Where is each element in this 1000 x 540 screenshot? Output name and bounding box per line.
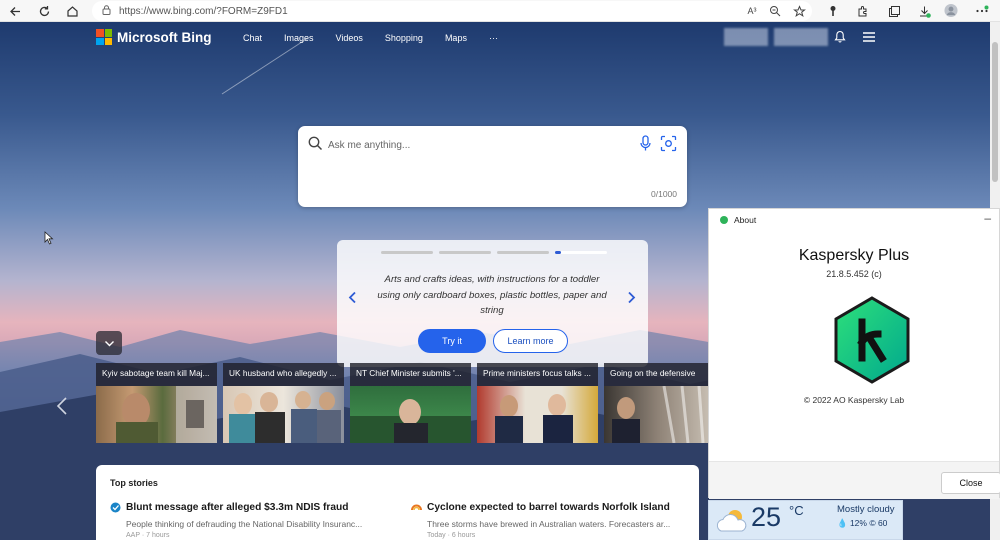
kaspersky-logo-icon bbox=[832, 296, 912, 389]
back-icon[interactable] bbox=[8, 4, 22, 18]
story-source: AAP · 7 hours bbox=[126, 532, 170, 539]
address-url: https://www.bing.com/?FORM=Z9FD1 bbox=[119, 5, 288, 17]
news-card[interactable]: Going on the defensive bbox=[604, 363, 711, 443]
news-caption: Going on the defensive bbox=[604, 363, 711, 386]
try-it-button[interactable]: Try it bbox=[418, 329, 486, 353]
story-summary: Three storms have brewed in Australian w… bbox=[427, 519, 671, 529]
window-titlebar[interactable]: About – bbox=[709, 209, 999, 231]
story-summary: People thinking of defrauding the Nation… bbox=[126, 519, 363, 529]
source-logo-icon bbox=[110, 502, 121, 513]
story-source: Today · 6 hours bbox=[427, 532, 476, 539]
visual-search-icon[interactable] bbox=[660, 135, 677, 157]
redacted-rewards[interactable] bbox=[774, 28, 828, 46]
microphone-icon[interactable] bbox=[639, 135, 652, 157]
carousel-indicators bbox=[381, 251, 607, 254]
collapse-feed-button[interactable] bbox=[96, 331, 122, 355]
carousel-prev-chevron-icon[interactable] bbox=[348, 291, 357, 308]
news-caption: UK husband who allegedly ... bbox=[223, 363, 344, 386]
suggestion-carousel: Arts and crafts ideas, with instructions… bbox=[337, 240, 648, 367]
carousel-next-chevron-icon[interactable] bbox=[627, 291, 636, 308]
news-thumbnail bbox=[350, 386, 471, 443]
top-stories-title: Top stories bbox=[110, 478, 158, 488]
nav-more[interactable]: ··· bbox=[489, 33, 498, 43]
bing-logo[interactable]: Microsoft Bing bbox=[96, 29, 212, 45]
top-nav: Chat Images Videos Shopping Maps ··· bbox=[243, 33, 520, 43]
nav-videos[interactable]: Videos bbox=[336, 33, 363, 43]
downloads-icon[interactable] bbox=[917, 4, 931, 18]
nav-maps[interactable]: Maps bbox=[445, 33, 467, 43]
news-caption: Kyiv sabotage team kill Maj... bbox=[96, 363, 217, 386]
news-card[interactable]: UK husband who allegedly ... bbox=[223, 363, 344, 443]
refresh-icon[interactable] bbox=[37, 4, 51, 18]
news-card[interactable]: Prime ministers focus talks ... bbox=[477, 363, 598, 443]
more-menu-icon[interactable] bbox=[975, 4, 989, 18]
suggestion-text: Arts and crafts ideas, with instructions… bbox=[377, 274, 607, 316]
news-thumbnail bbox=[604, 385, 711, 443]
collections-icon[interactable] bbox=[887, 4, 901, 18]
redacted-account-name[interactable] bbox=[724, 28, 768, 46]
browser-toolbar: https://www.bing.com/?FORM=Z9FD1 A³ bbox=[0, 0, 1000, 22]
story-headline[interactable]: Blunt message after alleged $3.3m NDIS f… bbox=[126, 502, 349, 513]
story-item[interactable]: Cyclone expected to barrel towards Norfo… bbox=[411, 502, 691, 539]
story-headline[interactable]: Cyclone expected to barrel towards Norfo… bbox=[427, 502, 670, 513]
lock-icon[interactable] bbox=[102, 4, 111, 18]
window-title: About bbox=[734, 215, 757, 225]
news-prev-chevron-icon[interactable] bbox=[56, 396, 68, 421]
weather-condition: Mostly cloudy bbox=[837, 504, 895, 515]
mouse-cursor-icon bbox=[44, 231, 54, 245]
header-account-area bbox=[724, 28, 880, 46]
notification-bell-icon[interactable] bbox=[834, 30, 848, 44]
search-box: 0/1000 bbox=[298, 126, 687, 207]
partly-cloudy-icon bbox=[715, 507, 749, 540]
news-thumbnail bbox=[477, 386, 598, 443]
source-logo-icon bbox=[411, 502, 422, 513]
carousel-indicator[interactable] bbox=[381, 251, 433, 254]
news-caption: NT Chief Minister submits '... bbox=[350, 363, 471, 386]
profile-avatar-icon[interactable] bbox=[944, 3, 958, 17]
scrollbar-thumb[interactable] bbox=[992, 42, 998, 182]
news-caption: Prime ministers focus talks ... bbox=[477, 363, 598, 386]
extensions-icon[interactable] bbox=[855, 4, 869, 18]
story-item[interactable]: Blunt message after alleged $3.3m NDIS f… bbox=[110, 502, 390, 539]
read-aloud-icon[interactable]: A³ bbox=[745, 4, 759, 18]
learn-more-button[interactable]: Learn more bbox=[493, 329, 568, 353]
kaspersky-status-icon bbox=[720, 216, 728, 224]
news-carousel: Kyiv sabotage team kill Maj... UK husban… bbox=[96, 363, 711, 443]
microsoft-logo-icon bbox=[96, 29, 112, 45]
weather-temperature: 25 bbox=[751, 502, 782, 532]
nav-images[interactable]: Images bbox=[284, 33, 314, 43]
carousel-indicator[interactable] bbox=[439, 251, 491, 254]
copyright-text: © 2022 AO Kaspersky Lab bbox=[803, 395, 905, 405]
weather-details: 💧 12% © 60 bbox=[837, 518, 888, 528]
minimize-icon[interactable]: – bbox=[984, 211, 991, 225]
news-card[interactable]: Kyiv sabotage team kill Maj... bbox=[96, 363, 217, 443]
character-counter: 0/1000 bbox=[651, 189, 677, 199]
brand-name: Microsoft Bing bbox=[117, 29, 212, 45]
news-card[interactable]: NT Chief Minister submits '... bbox=[350, 363, 471, 443]
key-icon[interactable] bbox=[826, 4, 840, 18]
nav-shopping[interactable]: Shopping bbox=[385, 33, 423, 43]
favorite-star-icon[interactable] bbox=[792, 4, 806, 18]
search-icon bbox=[308, 136, 323, 156]
weather-unit: °C bbox=[789, 503, 804, 518]
carousel-indicator-active[interactable] bbox=[555, 251, 607, 254]
news-thumbnail bbox=[96, 386, 217, 443]
browser-window: https://www.bing.com/?FORM=Z9FD1 A³ Micr… bbox=[0, 0, 1000, 540]
shooting-star-streak bbox=[221, 37, 309, 95]
kaspersky-about-window: About – Kaspersky Plus 21.8.5.452 (c) © … bbox=[708, 208, 1000, 499]
weather-widget[interactable]: 25 °C Mostly cloudy 💧 12% © 60 bbox=[708, 500, 903, 540]
zoom-icon[interactable] bbox=[768, 4, 782, 18]
address-bar[interactable]: https://www.bing.com/?FORM=Z9FD1 bbox=[92, 1, 812, 21]
product-name: Kaspersky Plus bbox=[798, 247, 910, 264]
hamburger-menu-icon[interactable] bbox=[862, 30, 880, 44]
top-stories-panel: Top stories Blunt message after alleged … bbox=[96, 465, 699, 540]
search-input[interactable] bbox=[328, 136, 618, 154]
product-version: 21.8.5.452 (c) bbox=[826, 269, 882, 279]
nav-chat[interactable]: Chat bbox=[243, 33, 262, 43]
carousel-indicator[interactable] bbox=[497, 251, 549, 254]
chevron-down-icon bbox=[104, 340, 114, 346]
close-button[interactable]: Close bbox=[941, 472, 1000, 494]
home-icon[interactable] bbox=[65, 4, 79, 18]
news-thumbnail bbox=[223, 386, 344, 443]
